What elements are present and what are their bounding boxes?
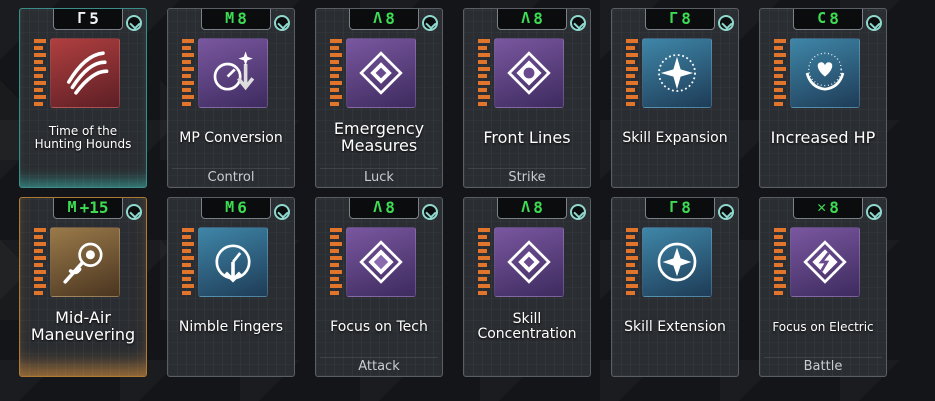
upgrade-icon[interactable] <box>126 15 142 31</box>
cost-badge: M8 <box>201 9 271 30</box>
card-mp-conversion[interactable]: M8 MP Conversion Control <box>167 8 295 188</box>
level-bars <box>478 228 490 296</box>
level-bars <box>626 228 638 296</box>
card-skill-extension[interactable]: Γ8 Skill Extension <box>611 197 739 377</box>
card-front-lines[interactable]: Λ8 Front Lines Strike <box>463 8 591 188</box>
card-title: Emergency Measures <box>333 119 425 155</box>
card-title: MP Conversion <box>179 129 283 146</box>
star-burst-icon <box>642 38 712 108</box>
cost-badge: Λ8 <box>497 9 567 30</box>
upgrade-icon[interactable] <box>126 204 142 220</box>
cost-badge: Λ8 <box>349 198 419 219</box>
level-bars <box>34 39 46 107</box>
upgrade-icon[interactable] <box>274 204 290 220</box>
card-nimble-fingers[interactable]: M6 Nimble Fingers <box>167 197 295 377</box>
cost-badge: ✕ 8 <box>793 198 863 219</box>
level-bars <box>34 228 46 296</box>
diamond-emblem-icon <box>346 227 416 297</box>
level-bars <box>478 39 490 107</box>
cost-badge: Λ8 <box>349 9 419 30</box>
card-title: Time of the Hunting Hounds <box>34 124 132 151</box>
diamond-emblem-icon <box>346 38 416 108</box>
gauge-arrow-icon <box>198 38 268 108</box>
card-mid-air-maneuvering[interactable]: M +15 Mid-Air Maneuvering <box>19 197 147 377</box>
card-skill-expansion[interactable]: Γ8 Skill Expansion <box>611 8 739 188</box>
category-label: Attack <box>320 357 438 374</box>
card-skill-concentration[interactable]: Λ8 Skill Concentration <box>463 197 591 377</box>
card-title: Skill Extension <box>624 318 726 335</box>
upgrade-icon[interactable] <box>570 15 586 31</box>
target-hand-icon <box>50 227 120 297</box>
level-bars <box>626 39 638 107</box>
cost-badge: M6 <box>201 198 271 219</box>
compass-star-icon <box>642 227 712 297</box>
card-title: Increased HP <box>770 127 876 147</box>
upgrade-icon[interactable] <box>422 204 438 220</box>
card-title: Skill Expansion <box>622 129 728 146</box>
cost-badge: Γ8 <box>645 198 715 219</box>
card-time-of-the-hunting-hounds[interactable]: Γ5 Time of the Hunting Hounds <box>19 8 147 188</box>
card-increased-hp[interactable]: C8 Increased HP <box>759 8 887 188</box>
cost-badge: Λ8 <box>497 198 567 219</box>
upgrade-icon[interactable] <box>718 204 734 220</box>
diamond-emblem-icon <box>494 227 564 297</box>
card-focus-on-electric[interactable]: ✕ 8 Focus on Electric Battle <box>759 197 887 377</box>
card-title: Focus on Tech <box>330 318 428 335</box>
cost-badge: Γ5 <box>53 9 123 30</box>
level-bars <box>182 39 194 107</box>
card-title: Mid-Air Maneuvering <box>30 308 136 344</box>
level-bars <box>330 228 342 296</box>
category-label: Control <box>172 168 290 185</box>
category-label: Luck <box>320 168 438 185</box>
hound-claw-icon <box>50 38 120 108</box>
category-label: Battle <box>764 357 882 374</box>
upgrade-icon[interactable] <box>866 204 882 220</box>
level-bars <box>774 228 786 296</box>
diamond-emblem-icon <box>494 38 564 108</box>
level-bars <box>330 39 342 107</box>
upgrade-icon[interactable] <box>570 204 586 220</box>
diamond-emblem-icon <box>790 227 860 297</box>
cost-badge: Γ8 <box>645 9 715 30</box>
card-emergency-measures[interactable]: Λ8 Emergency Measures Luck <box>315 8 443 188</box>
heart-hands-icon <box>790 38 860 108</box>
upgrade-icon[interactable] <box>274 15 290 31</box>
cost-badge: M +15 <box>53 198 123 219</box>
card-title: Skill Concentration <box>477 311 577 342</box>
category-label: Strike <box>468 168 586 185</box>
level-bars <box>774 39 786 107</box>
card-title: Focus on Electric <box>772 319 874 334</box>
card-title: Front Lines <box>483 127 571 147</box>
card-title: Nimble Fingers <box>178 318 284 335</box>
upgrade-icon[interactable] <box>866 15 882 31</box>
upgrade-icon[interactable] <box>422 15 438 31</box>
cost-badge: C8 <box>793 9 863 30</box>
gauge-arrow-icon <box>198 227 268 297</box>
upgrade-icon[interactable] <box>718 15 734 31</box>
card-focus-on-tech[interactable]: Λ8 Focus on Tech Attack <box>315 197 443 377</box>
level-bars <box>182 228 194 296</box>
